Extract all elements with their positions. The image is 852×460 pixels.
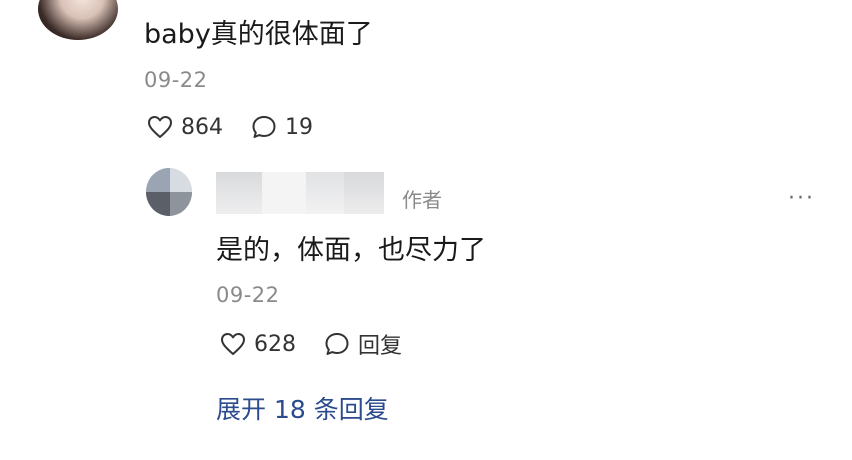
like-button[interactable]: 864 [147, 115, 223, 140]
reply-count-button[interactable]: 19 [251, 114, 313, 140]
more-options-icon[interactable]: ··· [788, 186, 815, 211]
like-count: 864 [181, 114, 223, 140]
reply-like-count: 628 [254, 331, 296, 357]
reply-actions: 628 回复 [220, 328, 402, 360]
comment-bubble-icon [252, 116, 276, 138]
comment-date: 09-22 [144, 68, 208, 92]
reply-count: 19 [285, 114, 313, 140]
reply-text: 是的，体面，也尽力了 [216, 235, 486, 266]
comment-text: baby真的很体面了 [144, 19, 373, 50]
comment-bubble-icon [325, 333, 349, 355]
reply-button[interactable]: 回复 [324, 328, 402, 360]
author-badge: 作者 [402, 188, 442, 212]
reply-button-label: 回复 [358, 334, 403, 359]
heart-icon [221, 333, 245, 355]
comment-thread: baby真的很体面了 09-22 864 19 作者 ··· 是的，体面，也尽力… [0, 0, 852, 460]
reply-date: 09-22 [216, 283, 280, 307]
author-avatar[interactable] [146, 168, 192, 216]
commenter-avatar[interactable] [38, 0, 118, 40]
expand-replies-link[interactable]: 展开 18 条回复 [216, 390, 389, 426]
author-name-blurred[interactable] [216, 172, 384, 214]
heart-icon [148, 116, 172, 138]
reply-like-button[interactable]: 628 [220, 332, 296, 357]
comment-actions: 864 19 [147, 114, 313, 140]
